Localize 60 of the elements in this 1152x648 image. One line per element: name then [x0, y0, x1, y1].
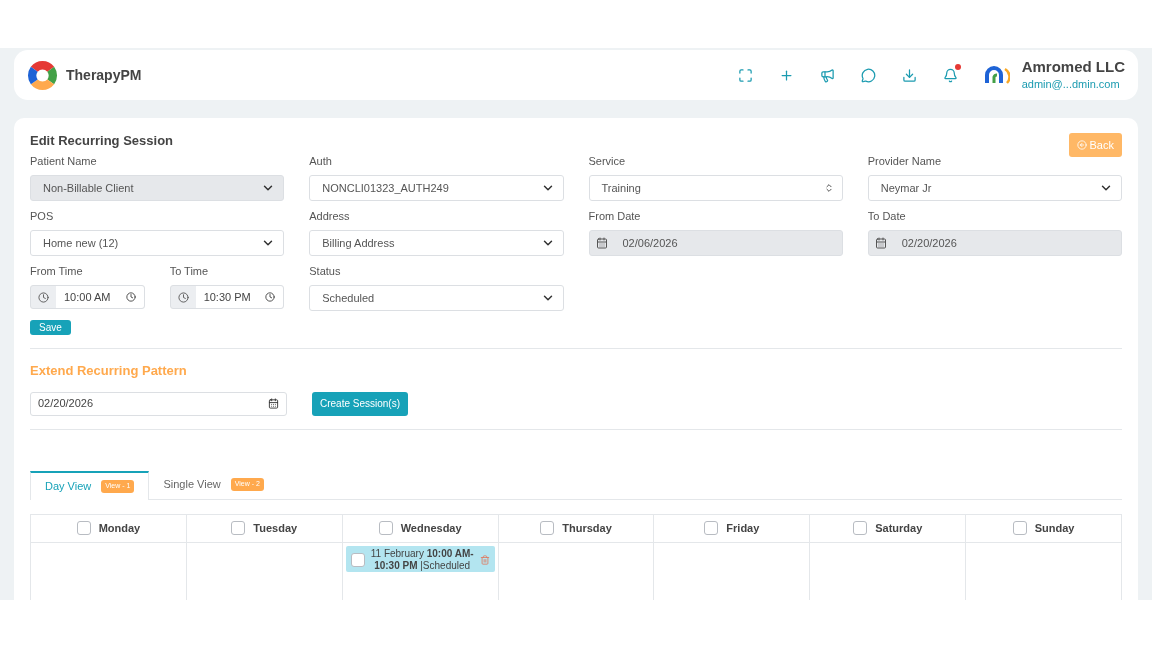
calendar-icon — [875, 237, 888, 249]
clock-icon — [38, 291, 49, 303]
time-field[interactable]: 10:00 AM — [30, 285, 145, 309]
field-label: From Time — [30, 264, 84, 278]
day-name: Tuesday — [253, 520, 298, 536]
day-name: Monday — [98, 520, 141, 536]
checkbox[interactable] — [378, 521, 393, 535]
calendar-icon — [596, 237, 608, 249]
field-label: To Date — [867, 209, 907, 223]
field-label: Status — [309, 264, 342, 278]
field-label: POS — [30, 209, 55, 223]
field-label: Address — [309, 209, 351, 223]
session-text: 11 February 10:00 AM-10:30 PM |Scheduled — [369, 547, 475, 572]
notification-icon[interactable] — [942, 67, 959, 83]
plus-icon[interactable] — [778, 67, 795, 83]
field-label: Service — [588, 154, 627, 168]
select-field[interactable]: NONCLI01323_AUTH249 — [309, 175, 564, 201]
calendar-icon — [268, 398, 279, 409]
field-label: Patient Name — [30, 154, 98, 168]
clock-icon — [177, 291, 189, 303]
field-label: To Time — [169, 264, 210, 278]
day-name: Sunday — [1034, 520, 1075, 536]
brand-name: TherapyPM — [66, 65, 142, 85]
field-label: From Date — [588, 209, 642, 223]
user-avatar-icon — [983, 65, 1010, 85]
page-title: Edit Recurring Session — [30, 132, 174, 150]
sort-caret-icon — [823, 183, 834, 193]
checkbox[interactable] — [76, 521, 91, 535]
user-email: admin@...dmin.com — [1021, 77, 1121, 92]
time-field[interactable]: 10:30 PM — [169, 285, 285, 309]
checkbox[interactable] — [704, 521, 719, 535]
logo-icon — [27, 59, 58, 91]
clock-icon — [125, 292, 136, 302]
trash-icon[interactable] — [479, 554, 490, 565]
checkbox[interactable] — [350, 552, 365, 567]
checkbox[interactable] — [231, 521, 246, 535]
checkbox[interactable] — [1012, 521, 1027, 535]
select-field[interactable]: Home new (12) — [30, 230, 285, 256]
back-icon — [1076, 140, 1087, 150]
day-name: Thursday — [562, 520, 612, 536]
select-field[interactable]: Training — [588, 175, 843, 201]
section-title: Extend Recurring Pattern — [30, 362, 188, 380]
checkbox[interactable] — [853, 521, 868, 535]
select-field[interactable]: Scheduled — [309, 285, 564, 311]
checkbox[interactable] — [540, 521, 555, 535]
select-field[interactable]: Billing Address — [309, 230, 564, 256]
fullscreen-icon[interactable] — [737, 67, 754, 83]
select-field[interactable]: Neymar Jr — [867, 175, 1122, 201]
field-label: Provider Name — [867, 154, 943, 168]
field-label: Auth — [309, 154, 333, 168]
day-name: Friday — [726, 520, 760, 536]
user-name: Amromed LLC — [1021, 58, 1125, 76]
chat-icon[interactable] — [860, 67, 877, 83]
date-field[interactable]: 02/20/2026 — [30, 391, 287, 416]
day-name: Wednesday — [400, 520, 462, 536]
session-card[interactable]: 11 February 10:00 AM-10:30 PM |Scheduled — [345, 545, 495, 572]
clock-icon — [265, 292, 276, 302]
download-icon[interactable] — [901, 67, 918, 83]
day-name: Saturday — [875, 520, 923, 536]
megaphone-icon[interactable] — [819, 67, 836, 83]
